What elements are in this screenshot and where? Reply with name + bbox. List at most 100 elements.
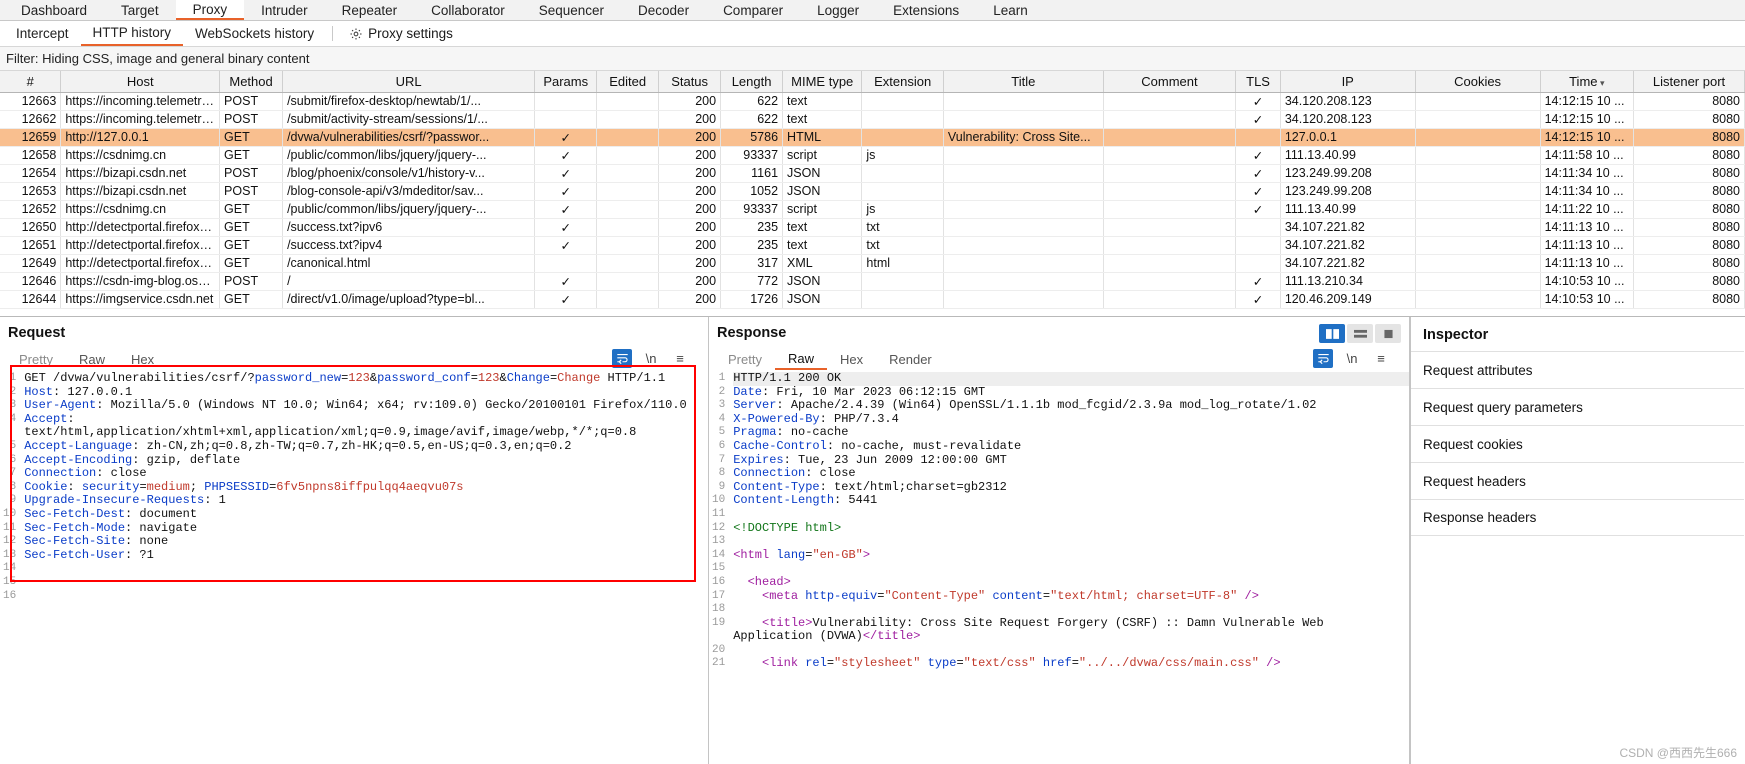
table-row[interactable]: 12663 https://incoming.telemetry.m... POST… [0, 92, 1745, 111]
cell-num: 12650 [0, 218, 62, 237]
table-row[interactable]: 12659 http://127.0.0.1 GET/dvwa/vulnerabil… [0, 128, 1745, 147]
cell-tls: ✓ [1235, 182, 1281, 201]
main-tab-bar: Dashboard Target Proxy Intruder Repeater Coll… [0, 0, 1745, 21]
inspector-row-response-headers[interactable]: Response headers [1411, 499, 1744, 536]
line-number: 7 [9, 467, 17, 480]
main-tab-decoder[interactable]: Decoder [621, 0, 706, 20]
cell-method: GET [219, 254, 284, 273]
table-row[interactable]: 12662 https://incoming.telemetry.m... POST… [0, 110, 1745, 129]
cell-time: 14:11:34 10 ... [1540, 182, 1635, 201]
column-header-cookies[interactable]: Cookies [1415, 71, 1541, 93]
main-tab-intruder[interactable]: Intruder [244, 0, 325, 20]
column-header-title[interactable]: Title [943, 71, 1104, 93]
response-tab-hex[interactable]: Hex [827, 348, 876, 370]
main-tab-repeater[interactable]: Repeater [325, 0, 415, 20]
column-header-url[interactable]: URL [282, 71, 536, 93]
main-tab-proxy[interactable]: Proxy [175, 0, 245, 20]
main-tab-sequencer[interactable]: Sequencer [522, 0, 621, 20]
column-header-edited[interactable]: Edited [596, 71, 660, 93]
table-row[interactable]: 12650 http://detectportal.firefox.com GET /… [0, 218, 1745, 237]
main-tab-dashboard[interactable]: Dashboard [4, 0, 104, 20]
sub-tab-http-history[interactable]: HTTP history [80, 21, 184, 46]
inspector-row-request-cookies[interactable]: Request cookies [1411, 425, 1744, 462]
column-header-tls[interactable]: TLS [1235, 71, 1281, 93]
main-tab-collaborator[interactable]: Collaborator [414, 0, 522, 20]
main-tab-target[interactable]: Target [104, 0, 176, 20]
cell-host: http://detectportal.firefox.com [60, 236, 221, 255]
column-header-[interactable]: # [0, 71, 62, 93]
response-tab-pretty[interactable]: Pretty [715, 348, 775, 370]
newline-icon[interactable]: \n [1342, 349, 1362, 368]
cell-edited [596, 92, 660, 111]
column-header-extension[interactable]: Extension [861, 71, 944, 93]
newline-icon[interactable]: \n [641, 349, 661, 368]
cell-time: 14:10:53 10 ... [1540, 272, 1635, 291]
sub-tab-intercept[interactable]: Intercept [4, 21, 81, 46]
main-tab-extensions[interactable]: Extensions [876, 0, 976, 20]
column-header-length[interactable]: Length [720, 71, 784, 93]
cell-params: ✓ [534, 236, 598, 255]
main-tab-learn[interactable]: Learn [976, 0, 1045, 20]
table-row[interactable]: 12651 http://detectportal.firefox.com GET /… [0, 236, 1745, 255]
cell-host: https://incoming.telemetry.m... [60, 92, 221, 111]
column-header-comment[interactable]: Comment [1103, 71, 1237, 93]
cell-comment [1103, 254, 1237, 273]
column-header-time[interactable]: Time [1540, 71, 1635, 93]
column-header-listener-port[interactable]: Listener port [1633, 71, 1745, 93]
response-view-tabs[interactable]: Pretty Raw Hex Render [709, 346, 945, 370]
request-editor[interactable]: 1234 5 6 7 8 9 10 11 12 13 14 15 16 GET /dvwa/vulne… [0, 370, 708, 764]
table-row[interactable]: 12652 https://csdnimg.cn GET/public/common… [0, 200, 1745, 219]
request-tab-raw[interactable]: Raw [66, 348, 118, 370]
cell-ip: 111.13.40.99 [1280, 146, 1416, 165]
layout-horizontal-split-icon[interactable] [1347, 324, 1373, 343]
cell-url: /public/common/libs/jquery/jquery-... [282, 200, 536, 219]
column-header-mime-type[interactable]: MIME type [782, 71, 863, 93]
inspector-row-request-headers[interactable]: Request headers [1411, 462, 1744, 499]
table-row[interactable]: 12644 https://imgservice.csdn.net GET/dire… [0, 290, 1745, 309]
table-row[interactable]: 12653 https://bizapi.csdn.net POST/blog-co… [0, 182, 1745, 201]
response-tab-raw[interactable]: Raw [774, 348, 827, 370]
column-header-status[interactable]: Status [658, 71, 722, 93]
cell-comment [1103, 110, 1237, 129]
response-content[interactable]: HTTP/1.1 200 OK Date: Fri, 10 Mar 2023 06… [729, 370, 1409, 764]
proxy-sub-tab-bar: Intercept HTTP history WebSockets history … [0, 21, 1745, 47]
proxy-settings-button[interactable]: Proxy settings [339, 21, 463, 46]
word-wrap-icon[interactable] [1313, 348, 1333, 368]
inspector-row-request-attributes[interactable]: Request attributes [1411, 351, 1744, 388]
request-tab-pretty[interactable]: Pretty [6, 348, 66, 370]
request-view-tabs[interactable]: Pretty Raw Hex [0, 346, 167, 370]
column-header-ip[interactable]: IP [1280, 71, 1416, 93]
code-line: Accept-Language: zh-CN,zh;q=0.8,zh-TW;q=… [24, 438, 572, 453]
table-row[interactable]: 12658 https://csdnimg.cn GET/public/common… [0, 146, 1745, 165]
word-wrap-icon[interactable] [612, 348, 632, 368]
response-menu-icon[interactable]: ≡ [1371, 349, 1391, 368]
request-content[interactable]: GET /dvwa/vulnerabilities/csrf/?password… [20, 370, 708, 764]
column-header-params[interactable]: Params [534, 71, 598, 93]
inspector-row-request-query-parameters[interactable]: Request query parameters [1411, 388, 1744, 425]
cell-ext [861, 128, 944, 147]
layout-vertical-split-icon[interactable] [1319, 324, 1345, 343]
http-history-table-container[interactable]: # Host Method URL Params Edited Status Length MI… [0, 71, 1745, 317]
cell-edited [596, 200, 660, 219]
cell-port: 8080 [1633, 254, 1745, 273]
layout-single-pane-icon[interactable] [1375, 324, 1401, 343]
cell-title [943, 110, 1104, 129]
main-tab-logger[interactable]: Logger [800, 0, 876, 20]
table-row[interactable]: 12649 http://detectportal.firefox.com GET /… [0, 254, 1745, 273]
column-header-method[interactable]: Method [219, 71, 284, 93]
code-line: Server: Apache/2.4.39 (Win64) OpenSSL/1.… [733, 398, 1317, 413]
table-row[interactable]: 12654 https://bizapi.csdn.net POST/blog/ph… [0, 164, 1745, 183]
table-header-row[interactable]: # Host Method URL Params Edited Status Length MI… [0, 71, 1745, 93]
request-tab-hex[interactable]: Hex [118, 348, 167, 370]
filter-bar[interactable]: Filter: Hiding CSS, image and general bi… [0, 47, 1745, 71]
table-row[interactable]: 12646 https://csdn-img-blog.oss-cn... POST… [0, 272, 1745, 291]
cell-ext: txt [861, 236, 944, 255]
sub-tab-websockets-history[interactable]: WebSockets history [183, 21, 326, 46]
request-menu-icon[interactable]: ≡ [670, 349, 690, 368]
response-tab-render[interactable]: Render [876, 348, 945, 370]
code-line: <meta http-equiv="Content-Type" content=… [733, 588, 1259, 603]
column-header-host[interactable]: Host [60, 71, 221, 93]
response-editor[interactable]: 1 2 3 4 5 6 7 8 9 10 11 12 13 14 15 16 17 18 19 20 21 HTTP/… [709, 370, 1409, 764]
cell-mime: text [782, 92, 863, 111]
main-tab-comparer[interactable]: Comparer [706, 0, 800, 20]
